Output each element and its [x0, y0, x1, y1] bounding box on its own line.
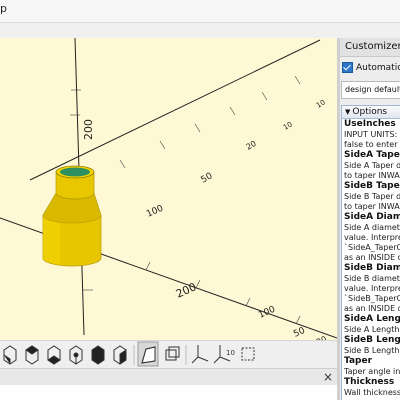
scene-canvas: 200 200 100 100 50 50 20 20 10 10 [0, 38, 337, 340]
triangle-down-icon: ▼ [345, 108, 351, 116]
options-group: ▼ Options UseInches INPUT UNITS: S false … [341, 105, 400, 400]
param-sideb-taper[interactable]: SideB TaperO Side B Taper di to taper IN… [344, 181, 400, 212]
view-left-icon[interactable] [69, 345, 83, 365]
automatic-preview-label: Automatic Pr [356, 63, 400, 73]
param-sidea-taper[interactable]: SideA TaperO Side A Taper di to taper IN… [344, 150, 400, 181]
axis-label: 50 [200, 171, 215, 186]
param-description: value. Interpre [344, 233, 400, 242]
param-name: SideA TaperO [344, 150, 400, 160]
axis-label: 10 [282, 120, 294, 131]
console-close-button[interactable]: × [323, 369, 333, 385]
view-top-icon[interactable] [25, 345, 39, 365]
axis-label: 200 [174, 280, 198, 300]
3d-viewport[interactable]: 200 200 100 100 50 50 20 20 10 10 [0, 38, 337, 340]
menu-bar: p [0, 0, 400, 23]
param-name: SideB TaperO [344, 181, 400, 191]
view-front-icon[interactable] [91, 345, 105, 365]
console-area[interactable] [0, 385, 337, 400]
param-description: Side A diamete [344, 223, 400, 232]
param-description: Side B Length [344, 346, 400, 355]
param-sideb-length[interactable]: SideB Length Side B Length [344, 335, 400, 356]
param-description: Side A Length [344, 325, 400, 334]
preset-select[interactable]: design default v [341, 81, 400, 99]
svg-text:10: 10 [226, 349, 235, 357]
console-title-bar: × [0, 368, 337, 385]
orthogonal-icon[interactable] [165, 346, 180, 361]
options-header[interactable]: ▼ Options [342, 106, 400, 119]
param-description: Taper angle in d [344, 367, 400, 376]
param-name: Thickness [344, 377, 395, 387]
param-description: Side B diamete [344, 274, 400, 283]
perspective-icon[interactable] [137, 341, 159, 367]
axis-label: 200 [82, 119, 95, 140]
param-sideb-diameter[interactable]: SideB Diame Side B diamete value. Interp… [344, 263, 400, 314]
toolbar-icons: 10 [3, 341, 255, 367]
param-description: `SideB_TaperO [344, 294, 400, 303]
param-name: SideB Length [344, 335, 400, 345]
param-sidea-length[interactable]: SideA Length Side A Length [344, 314, 400, 335]
view-back-icon[interactable] [113, 345, 127, 365]
automatic-preview-toggle[interactable]: Automatic Pr [342, 62, 400, 73]
param-use-inches[interactable]: UseInches INPUT UNITS: S false to enter … [344, 119, 400, 150]
param-name: UseInches [344, 119, 396, 129]
param-description: false to enter in [344, 140, 400, 149]
show-scale-markers-icon[interactable]: 10 [213, 345, 235, 364]
model-taper-coupler[interactable] [42, 165, 102, 267]
param-description: Side A Taper di [344, 161, 400, 170]
axis-label: 100 [257, 305, 277, 321]
view-bottom-icon[interactable] [47, 345, 61, 365]
param-taper[interactable]: Taper Taper angle in d [344, 356, 400, 377]
axis-label: 20 [245, 139, 258, 152]
param-description: `SideA_TaperO [344, 243, 400, 252]
param-description: value. Interpre [344, 284, 400, 293]
show-edges-icon[interactable] [241, 347, 255, 361]
param-name: SideA Diame [344, 212, 400, 222]
y-axis [29, 39, 321, 181]
axis-label: 100 [145, 204, 165, 220]
param-description: Wall thickness [344, 388, 400, 397]
axes [0, 38, 337, 339]
axis-label: 50 [292, 326, 307, 340]
param-description: INPUT UNITS: S [344, 130, 400, 139]
axis-label-group: 200 200 100 100 50 50 20 20 10 10 [82, 98, 328, 340]
menu-help[interactable]: p [0, 2, 7, 15]
customizer-title: Customizer [340, 38, 400, 57]
param-name: Taper [344, 356, 373, 366]
view-toolbar: 10 [0, 340, 337, 369]
show-axes-icon[interactable] [191, 345, 209, 364]
view-right-icon[interactable] [3, 345, 17, 365]
param-description: to taper INWAR [344, 202, 400, 211]
options-title: Options [352, 107, 388, 117]
param-description: as an INSIDE d [344, 304, 400, 313]
parameter-list: UseInches INPUT UNITS: S false to enter … [342, 119, 400, 398]
param-name: SideB Diame [344, 263, 400, 273]
checkbox-checked-icon[interactable] [342, 62, 353, 73]
param-description: Side B Taper di [344, 192, 400, 201]
param-name: SideA Length [344, 314, 400, 324]
param-thickness[interactable]: Thickness Wall thickness [344, 377, 400, 398]
customizer-panel: Customizer Automatic Pr design default v… [340, 38, 400, 400]
param-description: to taper INWAR [344, 171, 400, 180]
axis-label: 10 [315, 98, 327, 109]
param-sidea-diameter[interactable]: SideA Diame Side A diamete value. Interp… [344, 212, 400, 263]
param-description: as an INSIDE d [344, 253, 400, 262]
